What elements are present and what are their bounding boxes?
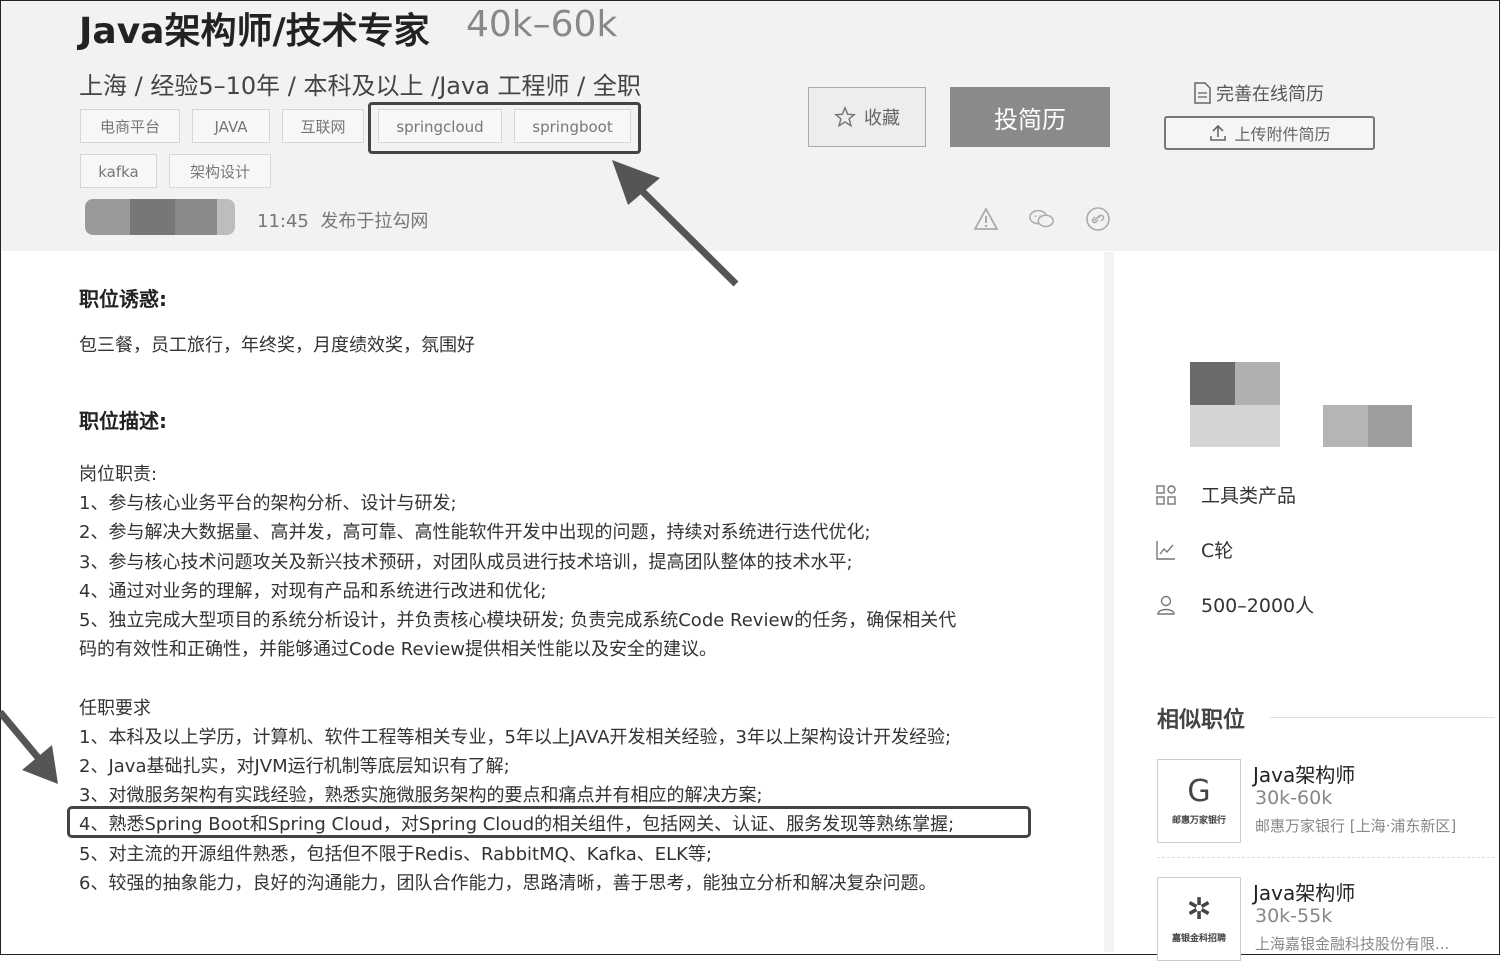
requirement-line: 6、较强的抽象能力，良好的沟通能力，团队合作能力，思路清晰，善于思考，能独立分析… [79,873,937,894]
similar-job-card[interactable]: ✲ 嘉银金科招聘 Java架构师 30k-55k 上海嘉银金融科技股份有限... [1157,877,1497,961]
company-logo-block [1235,362,1280,405]
similar-job-salary: 30k-60k [1255,787,1333,809]
job-meta: 上海 / 经验5–10年 / 本科及以上 /Java 工程师 / 全职 [79,72,641,100]
improve-resume-link[interactable]: 完善在线简历 [1192,80,1324,106]
tag-internet[interactable]: 互联网 [282,109,364,143]
company-logo-mark: G [1187,773,1211,809]
requirements-heading: 任职要求 [79,698,151,719]
column-divider [1104,252,1114,952]
similar-job-company: 邮惠万家银行 [上海·浦东新区] [1255,817,1457,835]
tag-kafka[interactable]: kafka [80,154,157,188]
company-industry: 工具类产品 [1155,481,1296,508]
favorite-button[interactable]: 收藏 [808,87,926,147]
grid-icon [1155,484,1177,506]
similar-heading-rule [1270,717,1495,718]
job-salary: 40k–60k [466,4,618,45]
wechat-icon[interactable] [1028,206,1056,232]
perks-text: 包三餐，员工旅行，年终奖，月度绩效奖，氛围好 [79,335,475,356]
similar-job-title[interactable]: Java架构师 [1253,877,1355,906]
warning-icon[interactable] [972,206,1000,232]
similar-job-card[interactable]: G 邮惠万家银行 Java架构师 30k-60k 邮惠万家银行 [上海·浦东新区… [1157,759,1497,849]
duty-line: 4、通过对业务的理解，对现有产品和系统进行改进和优化; [79,581,547,602]
job-title: Java架构师/技术专家 [79,11,430,52]
requirement-line: 3、对微服务架构有实践经验，熟悉实施微服务架构的要点和痛点并有相应的解决方案; [79,785,763,806]
similar-job-title[interactable]: Java架构师 [1253,759,1355,788]
tag-architecture[interactable]: 架构设计 [169,154,271,188]
star-icon [834,106,856,128]
publish-info: 11:45 发布于拉勾网 [257,207,428,233]
company-logo: G 邮惠万家银行 [1157,759,1241,843]
tag-ecommerce[interactable]: 电商平台 [80,109,180,143]
company-logo-text: 嘉银金科招聘 [1171,933,1226,944]
description-heading: 职位描述: [79,409,167,433]
favorite-label: 收藏 [864,108,900,129]
requirement-line: 1、本科及以上学历，计算机、软件工程等相关专业，5年以上JAVA开发相关经验，3… [79,727,952,748]
upload-icon [1210,124,1227,141]
apply-button[interactable]: 投简历 [950,87,1110,147]
document-icon [1194,82,1211,104]
requirement-line: 2、Java基础扎实，对JVM运行机制等底层知识有了解; [79,756,510,777]
company-logo-text: 邮惠万家银行 [1171,815,1226,826]
company-stage: C轮 [1155,536,1233,563]
industry-label: 工具类产品 [1201,485,1297,507]
publish-source: 发布于拉勾网 [320,211,429,232]
upload-resume-button[interactable]: 上传附件简历 [1164,116,1375,150]
tag-java[interactable]: JAVA [192,109,270,143]
card-separator [1157,857,1495,858]
chart-line-icon [1155,539,1177,561]
company-logo-block [1190,362,1235,405]
link-icon[interactable] [1084,206,1112,232]
user-icon [1155,594,1177,616]
duty-line: 2、参与解决大数据量、高并发，高可靠、高性能软件开发中出现的问题，持续对系统进行… [79,522,871,543]
company-logo-mark: ✲ [1186,891,1212,927]
upload-resume-label: 上传附件简历 [1234,125,1331,144]
improve-resume-label: 完善在线简历 [1216,84,1324,105]
company-logo-block [1323,405,1368,447]
publisher-avatar [85,199,235,235]
company-logo: ✲ 嘉银金科招聘 [1157,877,1241,961]
stage-label: C轮 [1201,540,1234,562]
company-logo-block [1368,405,1412,447]
publish-time: 11:45 [257,211,309,232]
perks-heading: 职位诱惑: [79,287,167,311]
similar-job-salary: 30k-55k [1255,905,1333,927]
requirement-highlight-box [67,806,1031,838]
tag-highlight-box [368,102,641,154]
duty-line: 3、参与核心技术问题攻关及新兴技术预研，对团队成员进行技术培训，提高团队整体的技… [79,552,853,573]
duty-line: 码的有效性和正确性，并能够通过Code Review提供相关性能以及安全的建议。 [79,639,718,660]
duty-line: 1、参与核心业务平台的架构分析、设计与研发; [79,493,457,514]
size-label: 500–2000人 [1201,595,1315,617]
requirement-line: 5、对主流的开源组件熟悉，包括但不限于Redis、RabbitMQ、Kafka、… [79,844,713,865]
duty-line: 5、独立完成大型项目的系统分析设计，并负责核心模块研发; 负责完成系统Code … [79,610,957,631]
similar-jobs-heading: 相似职位 [1157,708,1246,733]
company-logo-block [1190,405,1280,447]
duties-heading: 岗位职责: [79,464,158,485]
company-size: 500–2000人 [1155,591,1314,618]
similar-job-company: 上海嘉银金融科技股份有限... [1255,935,1450,953]
